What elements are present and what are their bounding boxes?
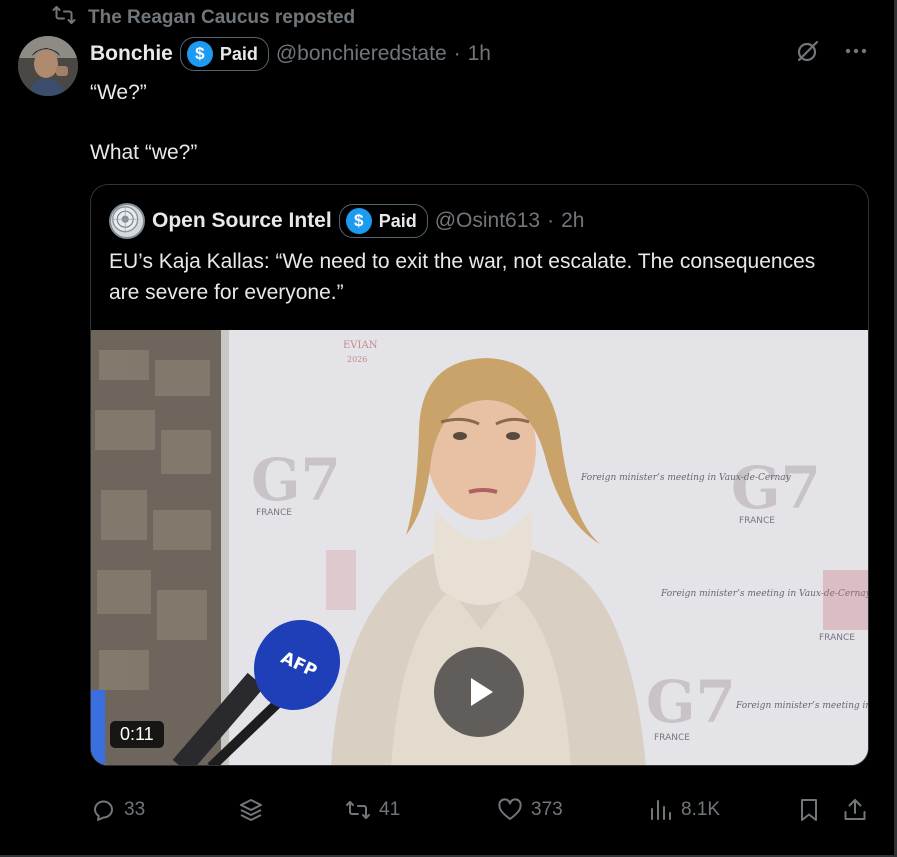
views-count: 8.1K [681, 799, 721, 820]
backdrop-country: FRANCE [654, 733, 690, 743]
bookmark-icon [801, 799, 817, 821]
more-icon[interactable] [843, 38, 869, 64]
backdrop-year: 2026 [347, 355, 367, 364]
dollar-icon: $ [345, 208, 372, 234]
reply-icon [94, 800, 113, 821]
stack-icon [240, 799, 262, 821]
repost-icon [52, 3, 76, 33]
paid-badge[interactable]: $ Paid [179, 37, 269, 71]
like-icon [498, 798, 522, 820]
repost-icon [346, 801, 370, 819]
author-handle[interactable]: @bonchieredstate [276, 42, 447, 66]
stack-button[interactable] [238, 790, 264, 830]
tweet-header: Bonchie $ Paid @bonchieredstate · 1h [90, 36, 491, 72]
repost-button[interactable]: 41 [345, 790, 400, 830]
views-icon [651, 800, 671, 820]
dollar-icon: $ [186, 41, 213, 67]
repost-count: 41 [379, 799, 401, 820]
backdrop-country: FRANCE [819, 633, 855, 643]
quote-timestamp[interactable]: 2h [561, 209, 584, 233]
backdrop-country: FRANCE [256, 508, 292, 518]
repost-context[interactable]: The Reagan Caucus reposted [52, 6, 356, 29]
repost-label: The Reagan Caucus reposted [88, 7, 356, 28]
backdrop-meeting: Foreign minister’s meeting in Vaux-de-Ce… [580, 473, 792, 483]
paid-label: Paid [378, 210, 417, 231]
quote-author-handle[interactable]: @Osint613 [435, 209, 540, 233]
avatar[interactable] [18, 36, 78, 96]
views-button[interactable]: 8.1K [647, 790, 720, 830]
backdrop-evian: EVIAN [343, 340, 378, 351]
tweet-top-actions [795, 38, 869, 64]
timestamp[interactable]: 1h [468, 42, 491, 66]
separator-dot: · [453, 42, 461, 65]
play-button[interactable] [434, 647, 524, 737]
quote-author-name[interactable]: Open Source Intel [152, 209, 332, 233]
quote-avatar[interactable] [109, 203, 145, 239]
reply-button[interactable]: 33 [90, 790, 145, 830]
video-duration: 0:11 [110, 721, 164, 748]
reply-count: 33 [124, 799, 146, 820]
video-player[interactable]: G7 G7 G7 FRANCE FRANCE FRANCE FRANCE For… [91, 330, 869, 765]
backdrop-meeting: Foreign minister’s meeting in Vaux-de-Ce… [735, 701, 869, 711]
tweet-text: “We?” What “we?” [90, 78, 197, 198]
separator-dot: · [547, 209, 555, 232]
bookmark-button[interactable] [796, 790, 822, 830]
backdrop-g7: G7 [731, 454, 821, 522]
share-icon [844, 799, 866, 820]
like-button[interactable]: 373 [497, 790, 563, 830]
quote-text: EU’s Kaja Kallas: “We need to exit the w… [109, 250, 816, 304]
tweet-actions: 33 41 373 8.1K [90, 790, 880, 830]
tweet-line: What “we?” [90, 141, 198, 164]
backdrop-g7: G7 [251, 446, 341, 514]
grok-icon[interactable] [795, 38, 821, 64]
backdrop-country: FRANCE [739, 516, 775, 526]
quote-header: Open Source Intel $ Paid @Osint613 · 2h [109, 203, 584, 239]
author-name[interactable]: Bonchie [90, 42, 173, 66]
play-icon [471, 678, 493, 706]
like-count: 373 [531, 799, 563, 820]
quoted-tweet[interactable]: Open Source Intel $ Paid @Osint613 · 2h … [90, 184, 869, 766]
backdrop-g7: G7 [646, 668, 736, 736]
paid-label: Paid [219, 43, 258, 64]
tweet-line: “We?” [90, 81, 147, 104]
share-button[interactable] [842, 790, 868, 830]
quote-paid-badge[interactable]: $ Paid [338, 204, 428, 238]
